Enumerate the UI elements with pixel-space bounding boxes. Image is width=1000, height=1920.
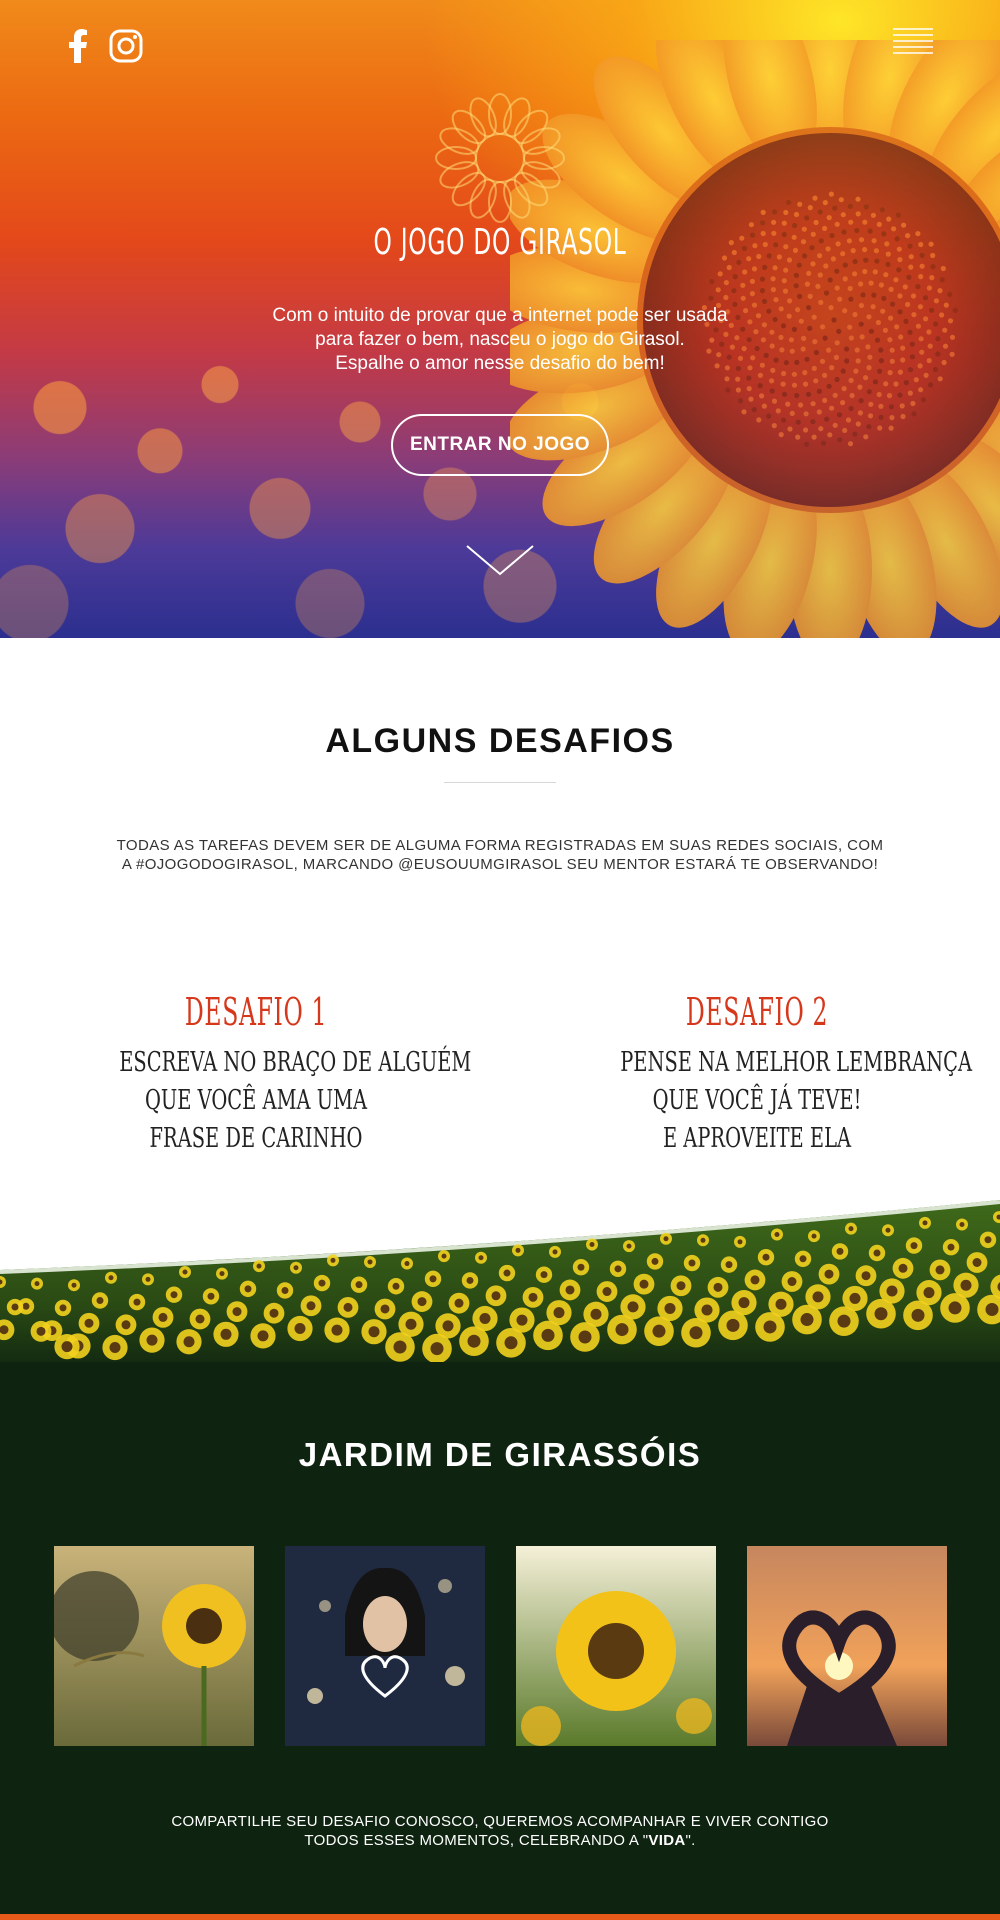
challenge-text-line: PENSE NA MELHOR LEMBRANÇA [620, 1047, 973, 1078]
facebook-icon[interactable] [60, 28, 96, 64]
heart-hands-sunset-photo[interactable] [747, 1546, 947, 1746]
challenge-text-line: FRASE DE CARINHO [149, 1123, 363, 1154]
sunflower-field-photo[interactable] [516, 1546, 716, 1746]
desafios-title: ALGUNS DESAFIOS [325, 722, 675, 760]
jardim-footer-line: COMPARTILHE SEU DESAFIO CONOSCO, QUEREMO… [171, 1813, 829, 1830]
hero-subtitle-line: para fazer o bem, nasceu o jogo do Giras… [315, 329, 685, 350]
chevron-down-icon[interactable] [465, 544, 535, 576]
hamburger-menu-icon[interactable] [893, 28, 933, 56]
jardim-title: JARDIM DE GIRASSÓIS [298, 1436, 702, 1473]
hero-section: O JOGO DO GIRASOL Com o intuito de prova… [0, 0, 1000, 638]
hero-subtitle: Com o intuito de provar que a internet p… [200, 304, 800, 376]
hero-subtitle-line: Espalhe o amor nesse desafio do bem! [335, 353, 665, 374]
challenge-text-line: ESCREVA NO BRAÇO DE ALGUÉM [119, 1047, 472, 1078]
challenge-text-line: E APROVEITE ELA [662, 1123, 852, 1154]
challenge-card-1: DESAFIO 1 ESCREVA NO BRAÇO DE ALGUÉM QUE… [66, 990, 472, 1158]
sunflower-sunset-photo[interactable] [54, 1546, 254, 1746]
desafios-intro-line: A #OJOGODOGIRASOL, MARCANDO @EUSOUUMGIRA… [121, 856, 879, 873]
instagram-icon[interactable] [108, 28, 144, 64]
section-divider [444, 782, 556, 783]
sunflower-field-banner [0, 1200, 1000, 1375]
enter-game-button[interactable]: ENTRAR NO JOGO [391, 414, 609, 476]
hero-subtitle-line: Com o intuito de provar que a internet p… [272, 305, 728, 326]
jardim-footer-line: TODOS ESSES MOMENTOS, CELEBRANDO A "VIDA… [100, 1831, 900, 1850]
desafios-intro-line: TODAS AS TAREFAS DEVEM SER DE ALGUMA FOR… [116, 837, 884, 854]
footer-text-prefix: TODOS ESSES MOMENTOS, CELEBRANDO A " [304, 1832, 649, 1849]
challenge-card-2: DESAFIO 2 PENSE NA MELHOR LEMBRANÇA QUE … [567, 990, 973, 1158]
challenge-text-line: QUE VOCÊ JÁ TEVE! [652, 1085, 862, 1116]
bottom-accent-bar [0, 1914, 1000, 1920]
challenge-title: DESAFIO 1 [184, 990, 328, 1034]
challenge-text-line: QUE VOCÊ AMA UMA [144, 1085, 368, 1116]
hero-title: O JOGO DO GIRASOL [373, 222, 627, 263]
social-links [60, 28, 144, 64]
photo-gallery [54, 1546, 947, 1746]
footer-text-suffix: ". [685, 1832, 696, 1849]
desafios-intro: TODAS AS TAREFAS DEVEM SER DE ALGUMA FOR… [110, 836, 890, 874]
girl-light-heart-photo[interactable] [285, 1546, 485, 1746]
challenge-title: DESAFIO 2 [685, 990, 829, 1034]
sunflower-outline-icon [435, 93, 565, 223]
jardim-footer-text: COMPARTILHE SEU DESAFIO CONOSCO, QUEREMO… [100, 1812, 900, 1850]
footer-text-bold: VIDA [648, 1832, 686, 1849]
